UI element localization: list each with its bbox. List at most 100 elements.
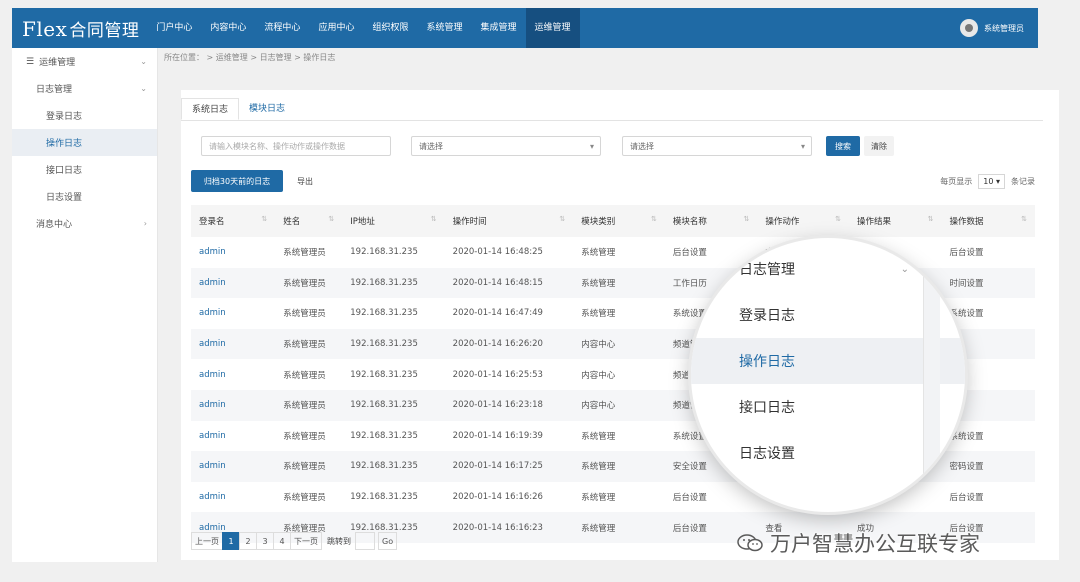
column-header[interactable]: 操作结果 ⇅ — [849, 205, 942, 237]
column-header-label: IP地址 — [350, 217, 375, 227]
sort-icon[interactable]: ⇅ — [261, 215, 267, 223]
column-header[interactable]: 模块名称 ⇅ — [664, 205, 758, 237]
app-logo[interactable]: Flex 合同管理 — [22, 16, 139, 41]
login-name-link[interactable]: admin — [191, 482, 275, 513]
table-cell: 系统管理 — [581, 493, 616, 504]
sidebar-item-2[interactable]: 接口日志 — [12, 156, 157, 183]
nav-item-6[interactable]: 集成管理 — [471, 8, 525, 48]
menu-icon: ☰ — [26, 56, 35, 67]
login-name-link[interactable]: admin — [191, 389, 276, 421]
nav-item-4[interactable]: 组织权限 — [363, 8, 417, 48]
clear-button[interactable]: 清除 — [864, 136, 894, 156]
tab-0[interactable]: 系统日志 — [181, 98, 240, 120]
action-bar: 归档30天前的日志 导出 — [191, 170, 321, 192]
action-select[interactable]: 请选择 ▾ — [622, 136, 812, 156]
page-size-control: 每页显示 10 ▾ 条记录 — [940, 174, 1035, 189]
sort-icon[interactable]: ⇅ — [651, 215, 657, 223]
table-cell: 系统管理员 — [283, 431, 326, 442]
chevron-right-icon: › — [143, 219, 147, 228]
sidebar-item-message-center[interactable]: 消息中心 › — [12, 210, 157, 237]
sort-icon[interactable]: ⇅ — [744, 215, 750, 223]
table-cell: 系统管理员 — [283, 493, 326, 504]
table-cell: 系统管理 — [581, 309, 616, 320]
nav-item-2[interactable]: 流程中心 — [255, 8, 309, 48]
callout-scrollbar — [923, 238, 940, 512]
nav-item-1[interactable]: 内容中心 — [201, 8, 255, 48]
sort-icon[interactable]: ⇅ — [1021, 215, 1027, 223]
nav-item-5[interactable]: 系统管理 — [417, 8, 471, 48]
sidebar-group-log[interactable]: 日志管理 ⌄ — [12, 75, 157, 102]
table-cell: 系统管理员 — [275, 451, 343, 482]
table-cell: 192.168.31.235 — [350, 430, 418, 441]
page-button-3[interactable]: 3 — [256, 532, 274, 550]
login-name-link[interactable]: admin — [191, 328, 276, 360]
login-name-link[interactable]: admin — [191, 298, 275, 329]
table-cell: 2020-01-14 16:26:20 — [444, 328, 574, 360]
top-navigation-bar: Flex 合同管理 门户中心 内容中心 流程中心 应用中心 组织权限 系统管理 集成管理 运维管… — [12, 8, 1038, 48]
sort-icon[interactable]: ⇅ — [431, 215, 437, 223]
table-cell: 2020-01-14 16:48:25 — [452, 247, 543, 258]
sidebar-item-1[interactable]: 操作日志 — [12, 129, 157, 156]
tab-bar: 系统日志 模块日志 — [181, 98, 1043, 121]
archive-logs-button[interactable]: 归档30天前的日志 — [191, 170, 283, 192]
column-header-label: 操作结果 — [857, 217, 892, 227]
table-cell: 192.168.31.235 — [342, 451, 445, 482]
table-cell: 内容中心 — [573, 328, 665, 360]
table-cell: 2020-01-14 16:47:49 — [452, 308, 543, 319]
go-button[interactable]: Go — [378, 532, 398, 550]
user-menu[interactable]: 系统管理员 — [960, 19, 1024, 37]
login-name-link[interactable]: admin — [191, 267, 276, 299]
table-cell: 系统管理 — [573, 512, 665, 543]
export-button[interactable]: 导出 — [289, 170, 321, 192]
prev-page-button[interactable]: 上一页 — [191, 532, 223, 550]
nav-item-0[interactable]: 门户中心 — [147, 8, 201, 48]
nav-item-7[interactable]: 运维管理 — [525, 8, 580, 48]
module-category-select[interactable]: 请选择 ▾ — [411, 136, 601, 156]
page-button-4[interactable]: 4 — [273, 532, 291, 550]
search-button[interactable]: 搜索 — [826, 136, 860, 156]
table-cell: 内容中心 — [573, 389, 665, 421]
main-nav: 门户中心 内容中心 流程中心 应用中心 组织权限 系统管理 集成管理 运维管理 — [147, 8, 580, 48]
sort-icon[interactable]: ⇅ — [328, 215, 334, 223]
login-name-link[interactable]: admin — [191, 237, 275, 268]
page-size-select[interactable]: 10 ▾ — [978, 174, 1005, 189]
column-header[interactable]: 姓名 ⇅ — [275, 205, 343, 237]
sidebar-item-3[interactable]: 日志设置 — [12, 183, 157, 210]
column-header[interactable]: 模块类别 ⇅ — [573, 205, 665, 237]
caret-down-icon: ▾ — [800, 141, 805, 151]
login-name-link[interactable]: admin — [191, 421, 275, 452]
table-cell: 系统管理员 — [275, 328, 343, 360]
nav-item-3[interactable]: 应用中心 — [309, 8, 363, 48]
column-header[interactable]: 登录名 ⇅ — [191, 205, 276, 237]
tab-1[interactable]: 模块日志 — [239, 98, 295, 120]
table-cell: 192.168.31.235 — [342, 328, 445, 360]
sidebar-item-0[interactable]: 登录日志 — [12, 102, 157, 129]
avatar — [960, 19, 978, 37]
table-cell: 192.168.31.235 — [342, 389, 445, 421]
jump-page-input[interactable] — [355, 532, 375, 550]
sidebar-item-ops[interactable]: ☰ 运维管理 ⌄ — [12, 48, 157, 75]
keyword-search-input[interactable]: 请输入模块名称、操作动作或操作数据 — [201, 136, 391, 156]
sort-icon[interactable]: ⇅ — [835, 215, 841, 223]
column-header[interactable]: 操作时间 ⇅ — [444, 205, 574, 237]
table-cell: 192.168.31.235 — [342, 267, 445, 299]
column-header[interactable]: 操作动作 ⇅ — [757, 205, 850, 237]
column-header[interactable]: IP地址 ⇅ — [342, 205, 445, 237]
column-header-label: 模块名称 — [672, 217, 707, 227]
page-button-2[interactable]: 2 — [239, 532, 257, 550]
next-page-button[interactable]: 下一页 — [290, 532, 322, 550]
sort-icon[interactable]: ⇅ — [559, 215, 565, 223]
column-header[interactable]: 操作数据 ⇅ — [941, 205, 1035, 237]
table-row: admin 系统管理员 192.168.31.235 2020-01-14 16:16… — [191, 482, 1035, 513]
sort-icon[interactable]: ⇅ — [928, 215, 934, 223]
chevron-down-icon: ⌄ — [900, 263, 909, 275]
column-header-label: 操作数据 — [949, 217, 984, 227]
zoom-callout: 日志管理 ⌄ 登录日志 操作日志 接口日志 日志设置 — [691, 238, 965, 512]
jump-label: 跳转到 — [327, 536, 351, 546]
table-cell: 192.168.31.235 — [350, 308, 418, 319]
page-button-1[interactable]: 1 — [222, 532, 240, 550]
login-name-link[interactable]: admin — [191, 359, 275, 390]
table-cell: 系统管理 — [581, 248, 616, 259]
table-cell: 192.168.31.235 — [350, 492, 418, 503]
login-name-link[interactable]: admin — [191, 451, 276, 482]
